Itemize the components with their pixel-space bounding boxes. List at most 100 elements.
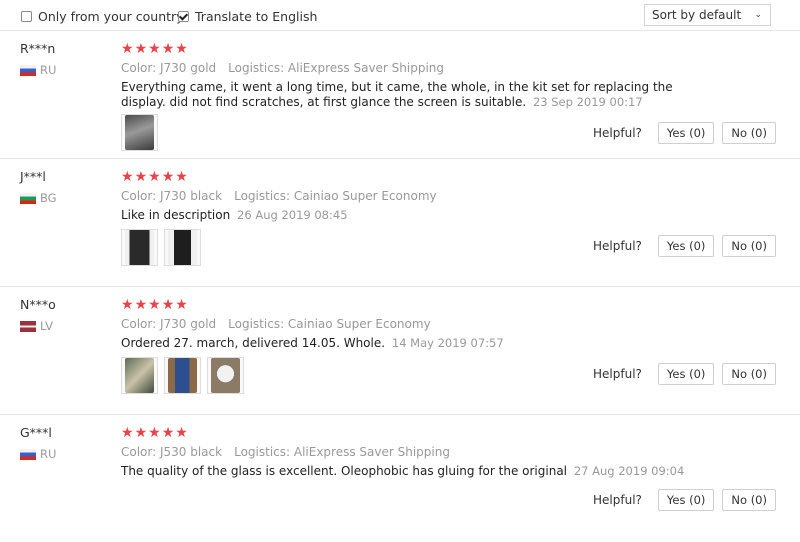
reviewer-country: BG	[20, 191, 57, 205]
review-text-block: The quality of the glass is excellent. O…	[121, 464, 711, 479]
star-icon: ★	[134, 169, 148, 185]
product-color: Color: J730 gold	[121, 61, 217, 75]
review-text: Like in description	[121, 208, 231, 222]
star-rating: ★ ★ ★ ★ ★	[121, 42, 189, 56]
reviewer-name: J***l	[20, 169, 46, 184]
review-photos	[121, 229, 207, 266]
review-date: 23 Sep 2019 00:17	[532, 95, 643, 109]
reviewer-country: RU	[20, 447, 56, 461]
reviewer-country: RU	[20, 63, 56, 77]
star-icon: ★	[148, 41, 161, 57]
star-icon: ★	[161, 297, 175, 313]
product-color: Color: J530 black	[121, 445, 223, 459]
helpful-label: Helpful?	[593, 367, 642, 381]
logistics: Logistics: AliExpress Saver Shipping	[228, 61, 445, 75]
helpful-vote: Helpful? Yes (0) No (0)	[593, 489, 776, 511]
star-icon: ★	[134, 297, 148, 313]
logistics: Logistics: Cainiao Super Economy	[228, 317, 431, 331]
star-icon: ★	[148, 169, 161, 185]
translate-label: Translate to English	[195, 9, 318, 24]
review-text: Ordered 27. march, delivered 14.05. Whol…	[121, 336, 386, 350]
helpful-yes-button[interactable]: Yes (0)	[657, 363, 715, 385]
review-meta: Color: J730 gold Logistics: AliExpress Sa…	[121, 61, 444, 75]
helpful-yes-button[interactable]: Yes (0)	[657, 489, 715, 511]
helpful-label: Helpful?	[593, 239, 642, 253]
photo-image	[168, 230, 197, 265]
flag-ru-icon	[20, 64, 36, 76]
helpful-no-button[interactable]: No (0)	[722, 489, 776, 511]
helpful-no-button[interactable]: No (0)	[722, 122, 776, 144]
photo-image	[211, 358, 240, 393]
star-icon: ★	[175, 41, 188, 57]
photo-image	[125, 230, 154, 265]
helpful-label: Helpful?	[593, 493, 642, 507]
review-text-block: Everything came, it went a long time, bu…	[121, 80, 711, 110]
sort-select-value: Sort by default	[652, 8, 742, 22]
star-icon: ★	[134, 425, 148, 441]
flag-bg-icon	[20, 192, 36, 204]
translate-checkbox[interactable]	[178, 11, 189, 22]
review-photo-thumbnail[interactable]	[121, 229, 158, 266]
star-icon: ★	[148, 297, 161, 313]
logistics: Logistics: Cainiao Super Economy	[234, 189, 437, 203]
helpful-vote: Helpful? Yes (0) No (0)	[593, 363, 776, 385]
review-meta: Color: J530 black Logistics: AliExpress S…	[121, 445, 450, 459]
review-date: 27 Aug 2019 09:04	[573, 464, 685, 478]
star-icon: ★	[161, 41, 175, 57]
only-country-checkbox[interactable]	[21, 11, 32, 22]
helpful-no-button[interactable]: No (0)	[722, 363, 776, 385]
reviewer-country: LV	[20, 319, 53, 333]
review-photos	[121, 357, 250, 394]
flag-ru-icon	[20, 448, 36, 460]
helpful-yes-button[interactable]: Yes (0)	[657, 122, 715, 144]
translate-filter[interactable]: Translate to English	[178, 9, 317, 24]
review-item: G***l RU ★ ★ ★ ★ ★ Color: J530 black Logistic…	[0, 415, 800, 542]
filter-bar: Only from your country Translate to Engl…	[0, 0, 800, 31]
reviewer-name: R***n	[20, 41, 56, 56]
sort-select[interactable]: Sort by default ⌄	[644, 4, 771, 26]
review-photo-thumbnail[interactable]	[164, 229, 201, 266]
review-photo-thumbnail[interactable]	[121, 357, 158, 394]
review-date: 26 Aug 2019 08:45	[237, 208, 348, 222]
only-country-filter[interactable]: Only from your country	[21, 9, 184, 24]
star-icon: ★	[175, 425, 188, 441]
photo-image	[125, 115, 154, 150]
country-code: BG	[40, 191, 57, 205]
star-icon: ★	[121, 169, 134, 185]
star-icon: ★	[121, 41, 134, 57]
reviewer-name: N***o	[20, 297, 56, 312]
review-photo-thumbnail[interactable]	[121, 114, 158, 151]
star-icon: ★	[121, 425, 134, 441]
review-photos	[121, 114, 164, 151]
review-item: R***n RU ★ ★ ★ ★ ★ Color: J730 gold Logistics…	[0, 31, 800, 159]
review-meta: Color: J730 gold Logistics: Cainiao Super…	[121, 317, 431, 331]
helpful-label: Helpful?	[593, 126, 642, 140]
star-icon: ★	[175, 297, 188, 313]
star-icon: ★	[148, 425, 161, 441]
reviewer-name: G***l	[20, 425, 52, 440]
star-icon: ★	[161, 169, 175, 185]
logistics: Logistics: AliExpress Saver Shipping	[234, 445, 450, 459]
only-country-label: Only from your country	[38, 9, 184, 24]
review-item: J***l BG ★ ★ ★ ★ ★ Color: J730 black Logistic…	[0, 159, 800, 287]
review-photo-thumbnail[interactable]	[164, 357, 201, 394]
helpful-vote: Helpful? Yes (0) No (0)	[593, 235, 776, 257]
star-icon: ★	[161, 425, 175, 441]
flag-lv-icon	[20, 320, 36, 332]
chevron-down-icon: ⌄	[754, 10, 762, 20]
review-photo-thumbnail[interactable]	[207, 357, 244, 394]
photo-image	[125, 358, 154, 393]
star-icon: ★	[175, 169, 188, 185]
helpful-yes-button[interactable]: Yes (0)	[657, 235, 715, 257]
star-icon: ★	[134, 41, 148, 57]
country-code: LV	[40, 319, 54, 333]
photo-image	[168, 358, 197, 393]
review-text-block: Ordered 27. march, delivered 14.05. Whol…	[121, 336, 711, 351]
product-color: Color: J730 black	[121, 189, 223, 203]
review-text-block: Like in description 26 Aug 2019 08:45	[121, 208, 711, 223]
star-icon: ★	[121, 297, 134, 313]
helpful-no-button[interactable]: No (0)	[722, 235, 776, 257]
helpful-vote: Helpful? Yes (0) No (0)	[593, 122, 776, 144]
star-rating: ★ ★ ★ ★ ★	[121, 170, 189, 184]
review-text: The quality of the glass is excellent. O…	[121, 464, 568, 478]
